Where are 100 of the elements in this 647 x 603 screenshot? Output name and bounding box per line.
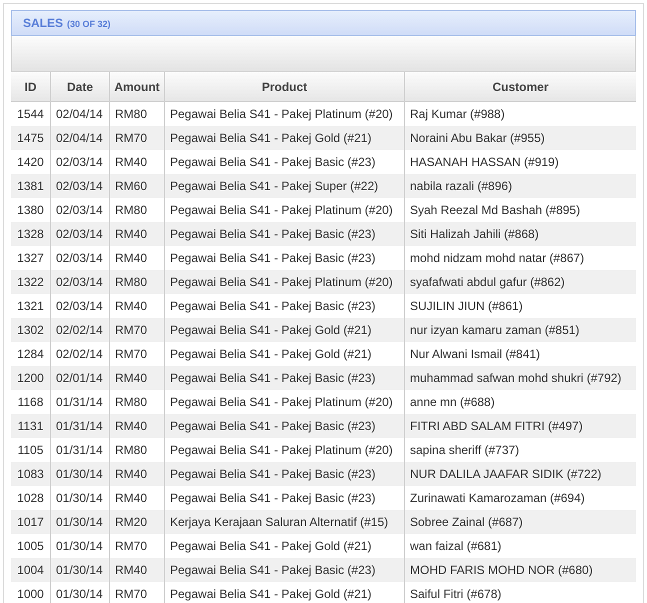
table-cell: RM70 xyxy=(115,347,148,361)
table-cell: nur izyan kamaru zaman (#851) xyxy=(410,323,580,337)
table-cell: RM40 xyxy=(115,491,148,505)
table-cell: MOHD FARIS MOHD NOR (#680) xyxy=(410,563,593,577)
table-cell: 1131 xyxy=(18,419,44,433)
table-cell: 01/31/14 xyxy=(56,395,103,409)
table-cell: RM40 xyxy=(115,299,148,313)
table-cell: RM80 xyxy=(115,203,148,217)
table-cell: HASANAH HASSAN (#919) xyxy=(410,155,559,169)
table-cell: Pegawai Belia S41 - Pakej Basic (#23) xyxy=(170,299,376,313)
table-cell: 02/04/14 xyxy=(56,131,103,145)
table-cell: 1327 xyxy=(17,251,44,265)
table-cell: RM70 xyxy=(115,131,148,145)
table-cell: 1284 xyxy=(17,347,44,361)
table-cell: 1544 xyxy=(17,107,44,121)
table-cell: Pegawai Belia S41 - Pakej Basic (#23) xyxy=(170,227,376,241)
table-cell: RM40 xyxy=(115,155,148,169)
table-cell: RM40 xyxy=(115,251,148,265)
date-header[interactable]: Date xyxy=(50,72,109,101)
id-header[interactable]: ID xyxy=(11,72,50,101)
customer-header[interactable]: Customer xyxy=(404,72,636,101)
table-cell: 1420 xyxy=(17,155,44,169)
table-cell: Nur Alwani Ismail (#841) xyxy=(410,347,540,361)
table-cell: 1380 xyxy=(17,203,44,217)
table-cell: sapina sheriff (#737) xyxy=(410,443,520,457)
table-cell: 02/03/14 xyxy=(56,299,103,313)
table-cell: Raj Kumar (#988) xyxy=(410,107,505,121)
table-cell: Pegawai Belia S41 - Pakej Platinum (#20) xyxy=(170,395,393,409)
table-cell: 1322 xyxy=(17,275,44,289)
table-cell: 02/02/14 xyxy=(56,347,103,361)
table-cell: Zurinawati Kamarozaman (#694) xyxy=(410,491,585,505)
table-cell: 01/31/14 xyxy=(56,443,103,457)
table-cell: RM70 xyxy=(115,323,148,337)
table-cell: RM80 xyxy=(115,107,148,121)
table-cell: 01/30/14 xyxy=(56,467,103,481)
table-cell: SUJILIN JIUN (#861) xyxy=(410,299,523,313)
table-cell: 01/30/14 xyxy=(56,539,103,553)
table-cell: Pegawai Belia S41 - Pakej Basic (#23) xyxy=(170,563,376,577)
table-cell: 02/03/14 xyxy=(56,275,103,289)
table-cell: 1302 xyxy=(17,323,44,337)
table-cell: 01/30/14 xyxy=(56,587,103,601)
table-cell: Pegawai Belia S41 - Pakej Basic (#23) xyxy=(170,491,376,505)
amount-header[interactable]: Amount xyxy=(109,72,164,101)
table-cell: Pegawai Belia S41 - Pakej Gold (#21) xyxy=(170,131,372,145)
panel-title: SALES xyxy=(23,16,64,30)
table-cell: 02/03/14 xyxy=(56,227,103,241)
table-cell: 1028 xyxy=(17,491,44,505)
table-cell: 01/31/14 xyxy=(56,419,103,433)
table-cell: muhammad safwan mohd shukri (#792) xyxy=(410,371,622,385)
table-cell: 1004 xyxy=(17,563,44,577)
table-cell: 1005 xyxy=(17,539,44,553)
table-cell: syafafwati abdul gafur (#862) xyxy=(410,275,565,289)
table-cell: 02/03/14 xyxy=(56,155,103,169)
table-cell: RM70 xyxy=(115,587,148,601)
product-header[interactable]: Product xyxy=(164,72,404,101)
table-cell: 01/30/14 xyxy=(56,563,103,577)
table-cell: Kerjaya Kerajaan Saluran Alternatif (#15) xyxy=(170,515,388,529)
table-cell: RM20 xyxy=(115,515,148,529)
table-cell: 1168 xyxy=(18,395,44,409)
table-cell: 02/03/14 xyxy=(56,251,103,265)
table-cell: 01/30/14 xyxy=(56,491,103,505)
table-cell: 02/04/14 xyxy=(56,107,103,121)
table-cell: NUR DALILA JAAFAR SIDIK (#722) xyxy=(410,467,602,481)
table-cell: RM80 xyxy=(115,275,148,289)
table-cell: Pegawai Belia S41 - Pakej Basic (#23) xyxy=(170,371,376,385)
table-cell: Pegawai Belia S41 - Pakej Basic (#23) xyxy=(170,251,376,265)
table-cell: 1017 xyxy=(17,515,44,529)
table-cell: 1105 xyxy=(18,443,44,457)
table-cell: 1381 xyxy=(17,179,44,193)
table-cell: Pegawai Belia S41 - Pakej Gold (#21) xyxy=(170,323,372,337)
table-cell: Pegawai Belia S41 - Pakej Platinum (#20) xyxy=(170,107,393,121)
table-cell: Pegawai Belia S41 - Pakej Platinum (#20) xyxy=(170,443,393,457)
table-cell: RM70 xyxy=(115,539,148,553)
table-cell: Pegawai Belia S41 - Pakej Basic (#23) xyxy=(170,419,376,433)
table-cell: Pegawai Belia S41 - Pakej Basic (#23) xyxy=(170,467,376,481)
table-cell: RM40 xyxy=(115,227,148,241)
table-cell: RM40 xyxy=(115,467,148,481)
table-cell: FITRI ABD SALAM FITRI (#497) xyxy=(410,419,583,433)
table-cell: 01/30/14 xyxy=(56,515,103,529)
table-cell: Syah Reezal Md Bashah (#895) xyxy=(410,203,580,217)
table-cell: 02/03/14 xyxy=(56,203,103,217)
table-cell: 1000 xyxy=(17,587,44,601)
table-cell: 1083 xyxy=(17,467,44,481)
table-cell: RM80 xyxy=(115,443,148,457)
table-cell: Pegawai Belia S41 - Pakej Gold (#21) xyxy=(170,587,372,601)
table-cell: Pegawai Belia S41 - Pakej Super (#22) xyxy=(170,179,378,193)
table-cell: Noraini Abu Bakar (#955) xyxy=(410,131,545,145)
table-cell: 02/01/14 xyxy=(56,371,103,385)
table-cell: 1200 xyxy=(17,371,44,385)
table-cell: RM40 xyxy=(115,563,148,577)
table-cell: RM60 xyxy=(115,179,148,193)
table-cell: Sobree Zainal (#687) xyxy=(410,515,523,529)
table-cell: anne mn (#688) xyxy=(410,395,495,409)
table-cell: Pegawai Belia S41 - Pakej Gold (#21) xyxy=(170,347,372,361)
table-cell: 1328 xyxy=(17,227,44,241)
table-cell: wan faizal (#681) xyxy=(410,539,502,553)
table-cell: Pegawai Belia S41 - Pakej Basic (#23) xyxy=(170,155,376,169)
table-cell: RM40 xyxy=(115,371,148,385)
table-cell: 02/02/14 xyxy=(56,323,103,337)
table-cell: 02/03/14 xyxy=(56,179,103,193)
